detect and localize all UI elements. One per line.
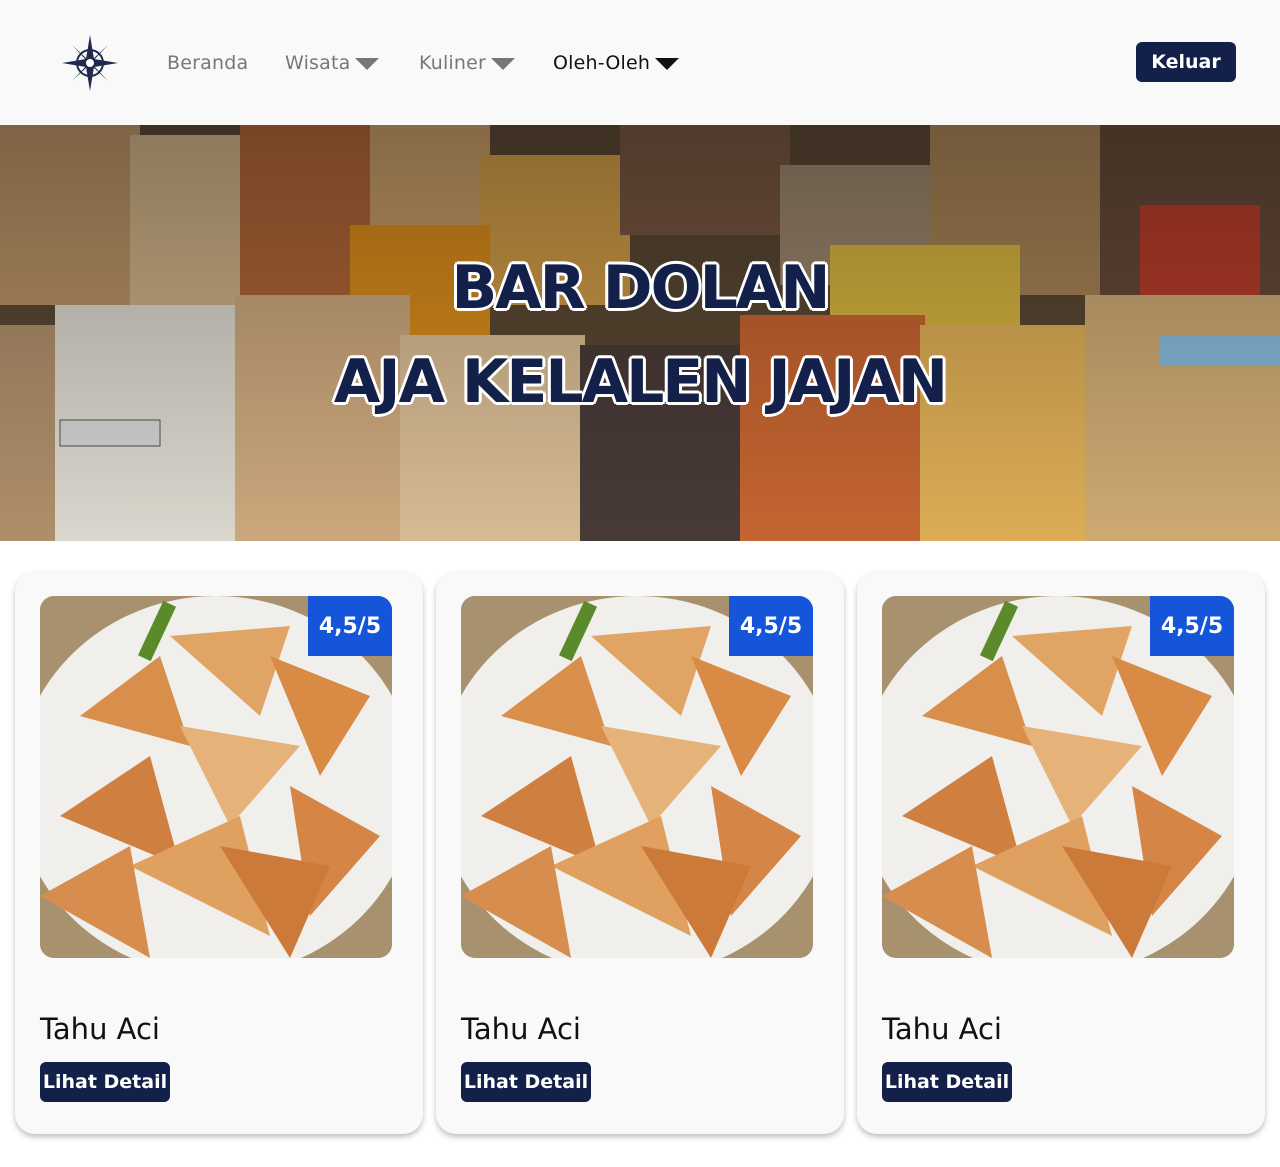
navbar: Beranda Wisata Kuliner Oleh-Oleh Keluar xyxy=(0,0,1280,125)
nav-wisata[interactable]: Wisata xyxy=(285,50,380,76)
hero-banner: BAR DOLAN AJA KELALEN JAJAN xyxy=(0,125,1280,541)
product-title: Tahu Aci xyxy=(40,1012,160,1046)
product-card: 4,5/5 Tahu Aci Lihat Detail xyxy=(436,572,844,1134)
nav-beranda-label: Beranda xyxy=(167,52,249,74)
nav-oleh-oleh-label: Oleh-Oleh xyxy=(553,52,651,74)
chevron-down-icon xyxy=(655,58,680,70)
product-image: 4,5/5 xyxy=(40,596,392,958)
view-detail-button[interactable]: Lihat Detail xyxy=(40,1062,170,1102)
product-title: Tahu Aci xyxy=(461,1012,581,1046)
logout-button[interactable]: Keluar xyxy=(1136,42,1236,82)
hero-title-line1: BAR DOLAN xyxy=(451,253,831,323)
rating-badge: 4,5/5 xyxy=(1150,596,1234,656)
product-image: 4,5/5 xyxy=(882,596,1234,958)
nav-kuliner-label: Kuliner xyxy=(419,52,487,74)
product-title: Tahu Aci xyxy=(882,1012,1002,1046)
chevron-down-icon xyxy=(355,58,380,70)
product-cards: 4,5/5 Tahu Aci Lihat Detail 4,5/5 Tahu A… xyxy=(0,572,1280,1152)
nav-beranda[interactable]: Beranda xyxy=(167,50,248,76)
product-image: 4,5/5 xyxy=(461,596,813,958)
nav-oleh-oleh[interactable]: Oleh-Oleh xyxy=(553,50,680,76)
product-card: 4,5/5 Tahu Aci Lihat Detail xyxy=(15,572,423,1134)
compass-rose-icon[interactable] xyxy=(60,33,120,93)
hero-snack-bags-image xyxy=(0,125,1280,541)
hero-title-line2: AJA KELALEN JAJAN xyxy=(333,347,948,417)
nav-wisata-label: Wisata xyxy=(285,52,351,74)
rating-badge: 4,5/5 xyxy=(729,596,813,656)
chevron-down-icon xyxy=(491,58,516,70)
nav-kuliner[interactable]: Kuliner xyxy=(419,50,516,76)
view-detail-button[interactable]: Lihat Detail xyxy=(882,1062,1012,1102)
rating-badge: 4,5/5 xyxy=(308,596,392,656)
product-card: 4,5/5 Tahu Aci Lihat Detail xyxy=(857,572,1265,1134)
view-detail-button[interactable]: Lihat Detail xyxy=(461,1062,591,1102)
